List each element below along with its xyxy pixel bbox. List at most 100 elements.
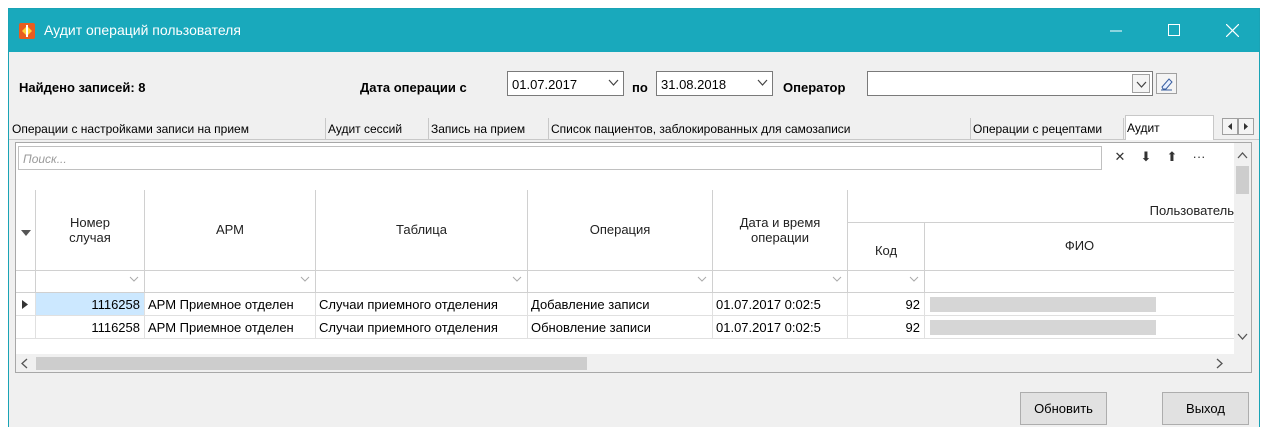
tabs-scroll-right[interactable] [1238,118,1254,135]
filter-fio[interactable] [925,271,1234,293]
maximize-icon [1168,24,1180,36]
cell-table[interactable]: Случаи приемного отделения [316,316,528,339]
redacted-name [930,320,1156,335]
close-button[interactable] [1207,9,1257,52]
cell-operation[interactable]: Добавление записи [528,293,713,316]
header-fio[interactable]: ФИО [925,223,1234,271]
header-case-number-label: Номер случая [69,215,111,245]
audit-grid: Поиск... ✕ ⬇ ⬆ ··· Номер случая АРМ Табл… [15,142,1252,373]
horizontal-scrollbar[interactable] [16,354,1251,372]
operator-label: Оператор [783,80,846,95]
header-datetime[interactable]: Дата и время операции [713,190,848,271]
operator-dropdown-button[interactable] [1132,74,1150,93]
minimize-button[interactable] [1091,9,1141,52]
audit-window: Аудит операций пользователя Найдено запи… [8,8,1260,427]
cell-datetime[interactable]: 01.07.2017 0:02:5 [713,293,848,316]
exit-button[interactable]: Выход [1162,392,1249,425]
header-operation-label: Операция [589,222,651,237]
minimize-icon [1110,30,1122,32]
cell-operation[interactable]: Обновление записи [528,316,713,339]
search-placeholder: Поиск... [23,152,67,166]
tab-audit[interactable]: Аудит [1125,115,1214,140]
tab-appointments[interactable]: Запись на прием [430,118,549,139]
close-icon [1226,24,1239,37]
header-datetime-label: Дата и время операции [739,215,821,245]
more-options-button[interactable]: ··· [1188,149,1210,167]
refresh-button[interactable]: Обновить [1020,392,1107,425]
cell-datetime[interactable]: 01.07.2017 0:02:5 [713,316,848,339]
filter-case-number[interactable] [36,271,145,293]
chevron-down-icon [300,276,310,282]
header-case-number[interactable]: Номер случая [36,190,145,271]
operator-select[interactable] [867,71,1153,96]
scroll-left-icon [21,358,28,369]
cell-table[interactable]: Случаи приемного отделения [316,293,528,316]
chevron-down-icon [21,230,31,236]
cell-case-number[interactable]: 1116258 [36,316,145,339]
cell-arm[interactable]: АРМ Приемное отделен [145,293,316,316]
app-icon [19,23,35,39]
tabs-scroll-left[interactable] [1222,118,1238,135]
tab-session-audit[interactable]: Аудит сессий [327,118,429,139]
header-user-group: Пользователь [848,190,1234,223]
maximize-button[interactable] [1149,9,1199,52]
filter-arm[interactable] [145,271,316,293]
filter-code[interactable] [848,271,925,293]
chevron-down-icon [129,276,139,282]
eraser-icon [1161,78,1173,91]
date-to-label: по [632,80,648,95]
cell-fio[interactable] [925,316,1234,339]
redacted-name [930,297,1156,312]
filter-table[interactable] [316,271,528,293]
filter-row-indicator [16,271,36,293]
chevron-down-icon [512,276,522,282]
cell-code[interactable]: 92 [848,293,925,316]
row-indicator[interactable] [16,316,36,339]
vertical-scroll-thumb[interactable] [1236,166,1249,194]
clear-operator-button[interactable] [1156,73,1177,94]
date-to-picker[interactable]: 31.08.2018 [656,71,773,96]
column-chooser[interactable] [16,190,36,271]
cell-arm[interactable]: АРМ Приемное отделен [145,316,316,339]
tab-blocked-patients[interactable]: Список пациентов, заблокированных для са… [550,118,971,139]
date-from-value: 01.07.2017 [512,77,578,92]
prev-match-button[interactable]: ⬆ [1163,149,1181,167]
date-from-picker[interactable]: 01.07.2017 [507,71,624,96]
header-operation[interactable]: Операция [528,190,713,271]
filter-operation[interactable] [528,271,713,293]
row-indicator[interactable] [16,293,36,316]
tab-prescriptions[interactable]: Операции с рецептами [972,118,1124,139]
scroll-right-icon [1216,358,1223,369]
date-from-label: Дата операции с [360,80,467,95]
current-row-icon [22,300,28,309]
filter-datetime[interactable] [713,271,848,293]
scroll-up-icon [1237,152,1248,159]
tab-appointment-settings[interactable]: Операции с настройками записи на прием [11,118,326,139]
header-arm-label: АРМ [215,222,245,237]
chevron-down-icon [909,276,919,282]
chevron-down-icon [832,276,842,282]
tab-bar: Операции с настройками записи на прием А… [9,115,1259,140]
clear-search-button[interactable]: ✕ [1111,149,1129,167]
vertical-scrollbar[interactable] [1234,143,1251,354]
horizontal-scroll-thumb[interactable] [36,357,587,370]
cell-fio[interactable] [925,293,1234,316]
records-found-label: Найдено записей: 8 [19,80,146,95]
header-code-label: Код [874,243,898,258]
chevron-down-icon [608,79,619,86]
cell-case-number[interactable]: 1116258 [36,293,145,316]
scroll-down-icon [1237,333,1248,340]
header-code[interactable]: Код [848,223,925,271]
title-bar[interactable]: Аудит операций пользователя [9,9,1259,52]
header-arm[interactable]: АРМ [145,190,316,271]
header-table[interactable]: Таблица [316,190,528,271]
chevron-down-icon [1136,81,1147,88]
next-match-button[interactable]: ⬇ [1137,149,1155,167]
header-user-group-label: Пользователь [1149,203,1234,218]
arrow-left-icon [1228,123,1232,130]
cell-code[interactable]: 92 [848,316,925,339]
search-input[interactable]: Поиск... [18,146,1102,170]
date-to-value: 31.08.2018 [661,77,727,92]
window-title: Аудит операций пользователя [44,22,241,38]
header-table-label: Таблица [396,222,447,237]
